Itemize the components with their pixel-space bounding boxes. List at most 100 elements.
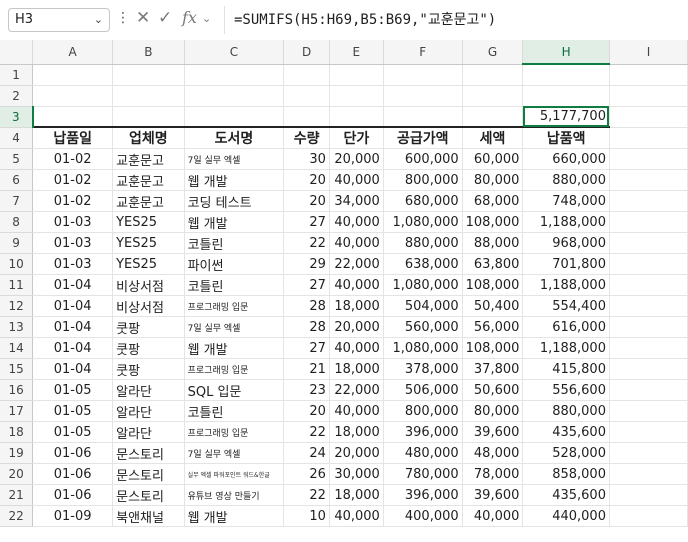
cell[interactable]: 01-09: [32, 505, 114, 527]
cell[interactable]: [32, 64, 114, 86]
cell[interactable]: 01-03: [32, 232, 114, 254]
cell[interactable]: 01-05: [32, 400, 114, 422]
cell[interactable]: 48,000: [462, 442, 524, 464]
cell[interactable]: [32, 85, 114, 107]
row-header[interactable]: 2: [0, 85, 34, 107]
cell[interactable]: 문스토리: [112, 442, 185, 464]
cell[interactable]: 28: [283, 316, 330, 338]
cell[interactable]: 108,000: [462, 274, 524, 296]
cell[interactable]: 660,000: [522, 148, 610, 170]
cell[interactable]: 20,000: [329, 316, 384, 338]
cell[interactable]: 68,000: [462, 190, 524, 212]
row-header[interactable]: 20: [0, 463, 34, 485]
cell[interactable]: SQL 입문: [184, 379, 285, 401]
column-header[interactable]: H: [522, 40, 610, 65]
cell[interactable]: 858,000: [522, 463, 610, 485]
cell[interactable]: 680,000: [383, 190, 463, 212]
cell[interactable]: 코딩 테스트: [184, 190, 285, 212]
cell[interactable]: [283, 64, 330, 86]
cell[interactable]: 코틀린: [184, 400, 285, 422]
cell[interactable]: 504,000: [383, 295, 463, 317]
cell[interactable]: 748,000: [522, 190, 610, 212]
cell[interactable]: 프로그래밍 입문: [184, 358, 285, 380]
cell[interactable]: [609, 400, 688, 422]
cell[interactable]: 37,800: [462, 358, 524, 380]
insert-function-icon[interactable]: fx: [182, 8, 197, 27]
header-cell[interactable]: 업체명: [112, 126, 185, 149]
row-header[interactable]: 13: [0, 316, 34, 338]
cell[interactable]: 01-04: [32, 316, 114, 338]
cell[interactable]: [609, 274, 688, 296]
cell[interactable]: 27: [283, 211, 330, 233]
cell-h3-active[interactable]: 5,177,700: [522, 106, 610, 128]
cell[interactable]: 프로그래밍 입문: [184, 421, 285, 443]
row-header[interactable]: 3: [0, 106, 34, 128]
cell[interactable]: [609, 148, 688, 170]
cell[interactable]: 27: [283, 274, 330, 296]
cell[interactable]: 21: [283, 358, 330, 380]
cell[interactable]: [383, 85, 463, 107]
cell[interactable]: 20: [283, 169, 330, 191]
cell[interactable]: 알라단: [112, 400, 185, 422]
cell[interactable]: 528,000: [522, 442, 610, 464]
cell[interactable]: [609, 442, 688, 464]
cell[interactable]: [609, 211, 688, 233]
cell[interactable]: 600,000: [383, 148, 463, 170]
cell[interactable]: 30,000: [329, 463, 384, 485]
cell[interactable]: 40,000: [329, 274, 384, 296]
cell[interactable]: 396,000: [383, 484, 463, 506]
header-cell[interactable]: 납품액: [522, 126, 610, 149]
cell[interactable]: [184, 85, 285, 107]
cell[interactable]: 10: [283, 505, 330, 527]
cell[interactable]: [609, 463, 688, 485]
cell[interactable]: 638,000: [383, 253, 463, 275]
cell[interactable]: [609, 337, 688, 359]
cell[interactable]: 01-02: [32, 169, 114, 191]
cell[interactable]: 435,600: [522, 421, 610, 443]
cell[interactable]: 비상서점: [112, 274, 185, 296]
cell[interactable]: [283, 85, 330, 107]
cell[interactable]: 01-06: [32, 484, 114, 506]
select-all-corner[interactable]: [0, 40, 34, 65]
cell[interactable]: [522, 85, 610, 107]
cell[interactable]: 396,000: [383, 421, 463, 443]
row-header[interactable]: 16: [0, 379, 34, 401]
cell[interactable]: 880,000: [522, 169, 610, 191]
cancel-icon[interactable]: ✕: [136, 8, 150, 28]
cell[interactable]: YES25: [112, 232, 185, 254]
row-header[interactable]: 15: [0, 358, 34, 380]
row-header[interactable]: 17: [0, 400, 34, 422]
row-header[interactable]: 10: [0, 253, 34, 275]
cell[interactable]: 01-03: [32, 253, 114, 275]
column-header[interactable]: E: [329, 40, 384, 65]
column-header[interactable]: D: [283, 40, 330, 65]
row-header[interactable]: 4: [0, 127, 34, 149]
cell[interactable]: 20,000: [329, 148, 384, 170]
cell[interactable]: [609, 295, 688, 317]
cell[interactable]: [329, 106, 384, 128]
cell[interactable]: 프로그래밍 입문: [184, 295, 285, 317]
cell[interactable]: 파이썬: [184, 253, 285, 275]
cell[interactable]: 968,000: [522, 232, 610, 254]
cell[interactable]: [184, 106, 285, 128]
cell[interactable]: 40,000: [329, 400, 384, 422]
row-header[interactable]: 21: [0, 484, 34, 506]
cell[interactable]: 1,080,000: [383, 274, 463, 296]
cell[interactable]: [609, 190, 688, 212]
cell[interactable]: 22,000: [329, 253, 384, 275]
header-cell[interactable]: 납품일: [32, 126, 114, 149]
row-header[interactable]: 7: [0, 190, 34, 212]
cell[interactable]: [522, 64, 610, 86]
cell[interactable]: [112, 106, 185, 128]
cell[interactable]: 880,000: [383, 232, 463, 254]
cell[interactable]: 24: [283, 442, 330, 464]
cell[interactable]: 문스토리: [112, 484, 185, 506]
cell[interactable]: 1,188,000: [522, 274, 610, 296]
cell[interactable]: [609, 64, 688, 86]
cell[interactable]: [609, 421, 688, 443]
row-header[interactable]: 6: [0, 169, 34, 191]
cell[interactable]: 23: [283, 379, 330, 401]
column-header[interactable]: B: [112, 40, 185, 65]
cell[interactable]: [184, 64, 285, 86]
cell[interactable]: [609, 253, 688, 275]
